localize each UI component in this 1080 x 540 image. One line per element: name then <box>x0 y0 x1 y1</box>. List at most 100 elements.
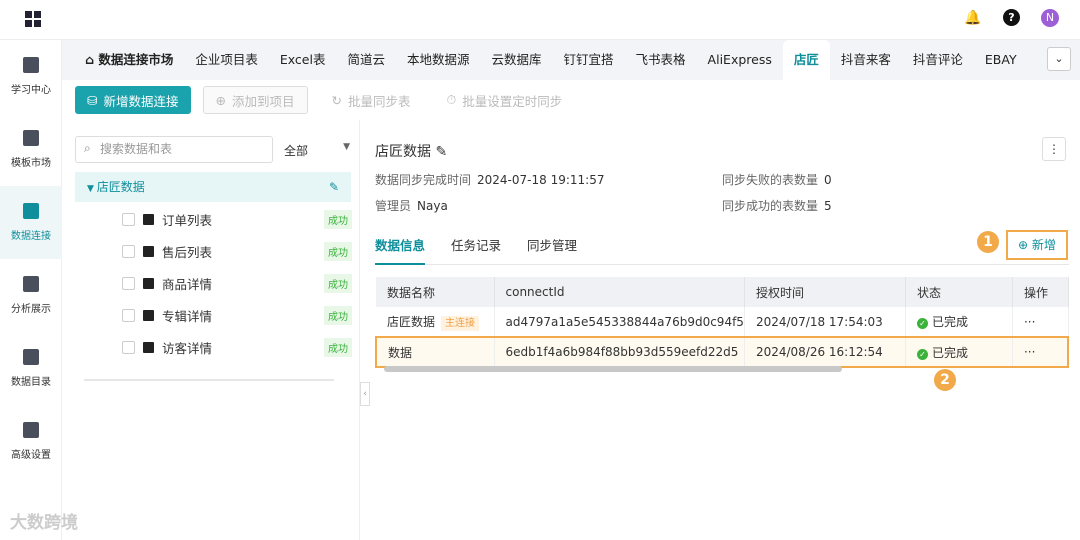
bell-icon[interactable]: 🔔 <box>964 10 981 26</box>
success-count: 同步成功的表数量 5 <box>722 197 832 214</box>
button-label: 新增数据连接 <box>103 93 179 109</box>
apps-grid-icon[interactable] <box>25 11 41 27</box>
more-menu-button[interactable]: ⋮ <box>1042 137 1066 161</box>
value: 0 <box>824 173 832 187</box>
tree-item[interactable]: 订单列表 成功 <box>122 204 352 234</box>
checkbox[interactable] <box>122 276 135 290</box>
tree-item[interactable]: 售后列表 成功 <box>122 236 352 266</box>
home-icon: ⌂ <box>85 52 99 67</box>
detail-tabs: 数据信息 任务记录 同步管理 <box>375 235 1069 265</box>
column-header: 操作 <box>1012 277 1069 307</box>
column-header: 数据名称 <box>376 277 495 307</box>
item-name: 访客详情 <box>162 340 213 356</box>
tab-jiandaoyun[interactable]: 简道云 <box>336 40 396 80</box>
fail-count: 同步失败的表数量 0 <box>722 171 832 188</box>
search-input[interactable]: 搜索数据和表 <box>75 136 273 163</box>
status-badge: 成功 <box>324 209 352 229</box>
tree-root[interactable]: ▼ 店匠数据 ✎ <box>75 172 351 202</box>
sidebar-item-data-connect[interactable]: 数据连接 <box>0 186 62 259</box>
value: 2024-07-18 19:11:57 <box>477 173 605 187</box>
refresh-icon: ↻ <box>331 92 342 108</box>
row-actions-button[interactable]: ··· <box>1012 336 1069 368</box>
tab-douyin-review[interactable]: 抖音评论 <box>902 40 974 80</box>
new-connection-button[interactable]: ⛁ 新增数据连接 <box>75 86 191 114</box>
filter-select[interactable]: 全部 ▼ <box>284 142 350 159</box>
sidebar-item-catalog[interactable]: 数据目录 <box>0 332 62 405</box>
label: 管理员 <box>375 199 412 213</box>
tree-item[interactable]: 专辑详情 成功 <box>122 300 352 330</box>
more-tabs-button[interactable]: ⌄ <box>1047 47 1071 71</box>
table-icon <box>143 245 154 257</box>
label: 同步失败的表数量 <box>722 173 819 187</box>
tab-dianjiang[interactable]: 店匠 <box>782 40 830 80</box>
edit-user-icon[interactable]: ✎ <box>329 172 339 202</box>
tab-sync-manage[interactable]: 同步管理 <box>527 235 577 264</box>
checkbox[interactable] <box>122 340 135 354</box>
item-name: 专辑详情 <box>162 308 213 324</box>
edit-icon[interactable]: ✎ <box>435 144 447 160</box>
item-name: 订单列表 <box>162 212 213 228</box>
add-to-project-button[interactable]: ⊕ 添加到项目 <box>202 86 308 114</box>
name: 店匠数据 <box>387 315 436 329</box>
avatar[interactable]: N <box>1041 9 1059 27</box>
table-row[interactable]: 店匠数据 主连接 ad4797a1a5e545338844a76b9d0c94f5… <box>376 307 1069 338</box>
tab-task-log[interactable]: 任务记录 <box>451 235 501 264</box>
sidebar-item-templates[interactable]: 模板市场 <box>0 113 62 186</box>
tab-douyin-laike[interactable]: 抖音来客 <box>830 40 902 80</box>
sidebar-item-analysis[interactable]: 分析展示 <box>0 259 62 332</box>
column-header: connectId <box>494 277 745 307</box>
button-label: 新增 <box>1031 238 1056 252</box>
tree-item[interactable]: 商品详情 成功 <box>122 268 352 298</box>
step-marker-1: 1 <box>977 231 999 253</box>
tree-item[interactable]: 访客详情 成功 <box>122 332 352 362</box>
help-icon[interactable]: ? <box>1003 9 1020 26</box>
sidebar-item-learning[interactable]: 学习中心 <box>0 40 62 113</box>
plus-circle-icon: ⊕ <box>1018 238 1032 252</box>
tab-enterprise[interactable]: 企业项目表 <box>184 40 269 80</box>
status: 已完成 <box>931 315 968 329</box>
tab-feishu[interactable]: 飞书表格 <box>625 40 697 80</box>
label: 数据同步完成时间 <box>375 173 472 187</box>
button-label: 批量设置定时同步 <box>462 93 563 109</box>
sidebar-item-label: 分析展示 <box>11 304 51 315</box>
horizontal-scrollbar[interactable] <box>384 366 842 372</box>
main-badge: 主连接 <box>441 316 480 331</box>
checkbox[interactable] <box>122 308 135 322</box>
tab-market[interactable]: ⌂ 数据连接市场 <box>74 40 184 80</box>
batch-timer-button[interactable]: ⏱ 批量设置定时同步 <box>435 86 575 114</box>
table-icon <box>143 213 154 225</box>
checkbox[interactable] <box>122 244 135 258</box>
tab-dingtalk[interactable]: 钉钉宜搭 <box>553 40 625 80</box>
tab-clouddb[interactable]: 云数据库 <box>481 40 553 80</box>
table-icon <box>143 277 154 289</box>
status-badge: 成功 <box>324 273 352 293</box>
book-icon <box>23 57 39 73</box>
table-icon <box>143 309 154 321</box>
tree-root-label: 店匠数据 <box>96 180 145 194</box>
status-badge: 成功 <box>324 337 352 357</box>
batch-sync-button[interactable]: ↻ 批量同步表 <box>320 86 423 114</box>
tab-ebay[interactable]: EBAY <box>974 40 1028 80</box>
title-text: 店匠数据 <box>375 144 431 160</box>
table-row[interactable]: 数据 6edb1f4a6b984f88bb93d559eefd22d5 2024… <box>375 336 1069 368</box>
status-badge: 成功 <box>324 305 352 325</box>
detail-panel: 店匠数据 ✎ ⋮ 数据同步完成时间 2024-07-18 19:11:57 管理员… <box>362 120 1080 540</box>
tab-aliexpress[interactable]: AliExpress <box>697 40 783 80</box>
data-connect-icon <box>23 203 39 219</box>
cell-status: ✓ 已完成 <box>905 336 1013 368</box>
add-button[interactable]: ⊕ 新增 <box>1006 230 1068 260</box>
toolbar: ⛁ 新增数据连接 ⊕ 添加到项目 ↻ 批量同步表 ⏱ 批量设置定时同步 <box>62 80 1080 120</box>
tab-local[interactable]: 本地数据源 <box>396 40 481 80</box>
left-panel: 搜索数据和表 ⌕ 全部 ▼ ▼ 店匠数据 ✎ 订单列表 成功 售后列表 成功 商品详情成… <box>62 120 370 540</box>
cell-name: 店匠数据 主连接 <box>376 307 495 338</box>
search-icon: ⌕ <box>84 141 91 155</box>
row-actions-button[interactable]: ··· <box>1012 307 1069 338</box>
tab-data-info[interactable]: 数据信息 <box>375 235 426 265</box>
sidebar-item-settings[interactable]: 高级设置 <box>0 405 62 478</box>
sync-time: 数据同步完成时间 2024-07-18 19:11:57 <box>375 171 604 188</box>
column-header: 授权时间 <box>744 277 906 307</box>
cell-status: ✓ 已完成 <box>905 307 1013 338</box>
sidebar-item-label: 模板市场 <box>11 158 51 169</box>
checkbox[interactable] <box>122 212 135 226</box>
tab-excel[interactable]: Excel表 <box>269 40 337 80</box>
